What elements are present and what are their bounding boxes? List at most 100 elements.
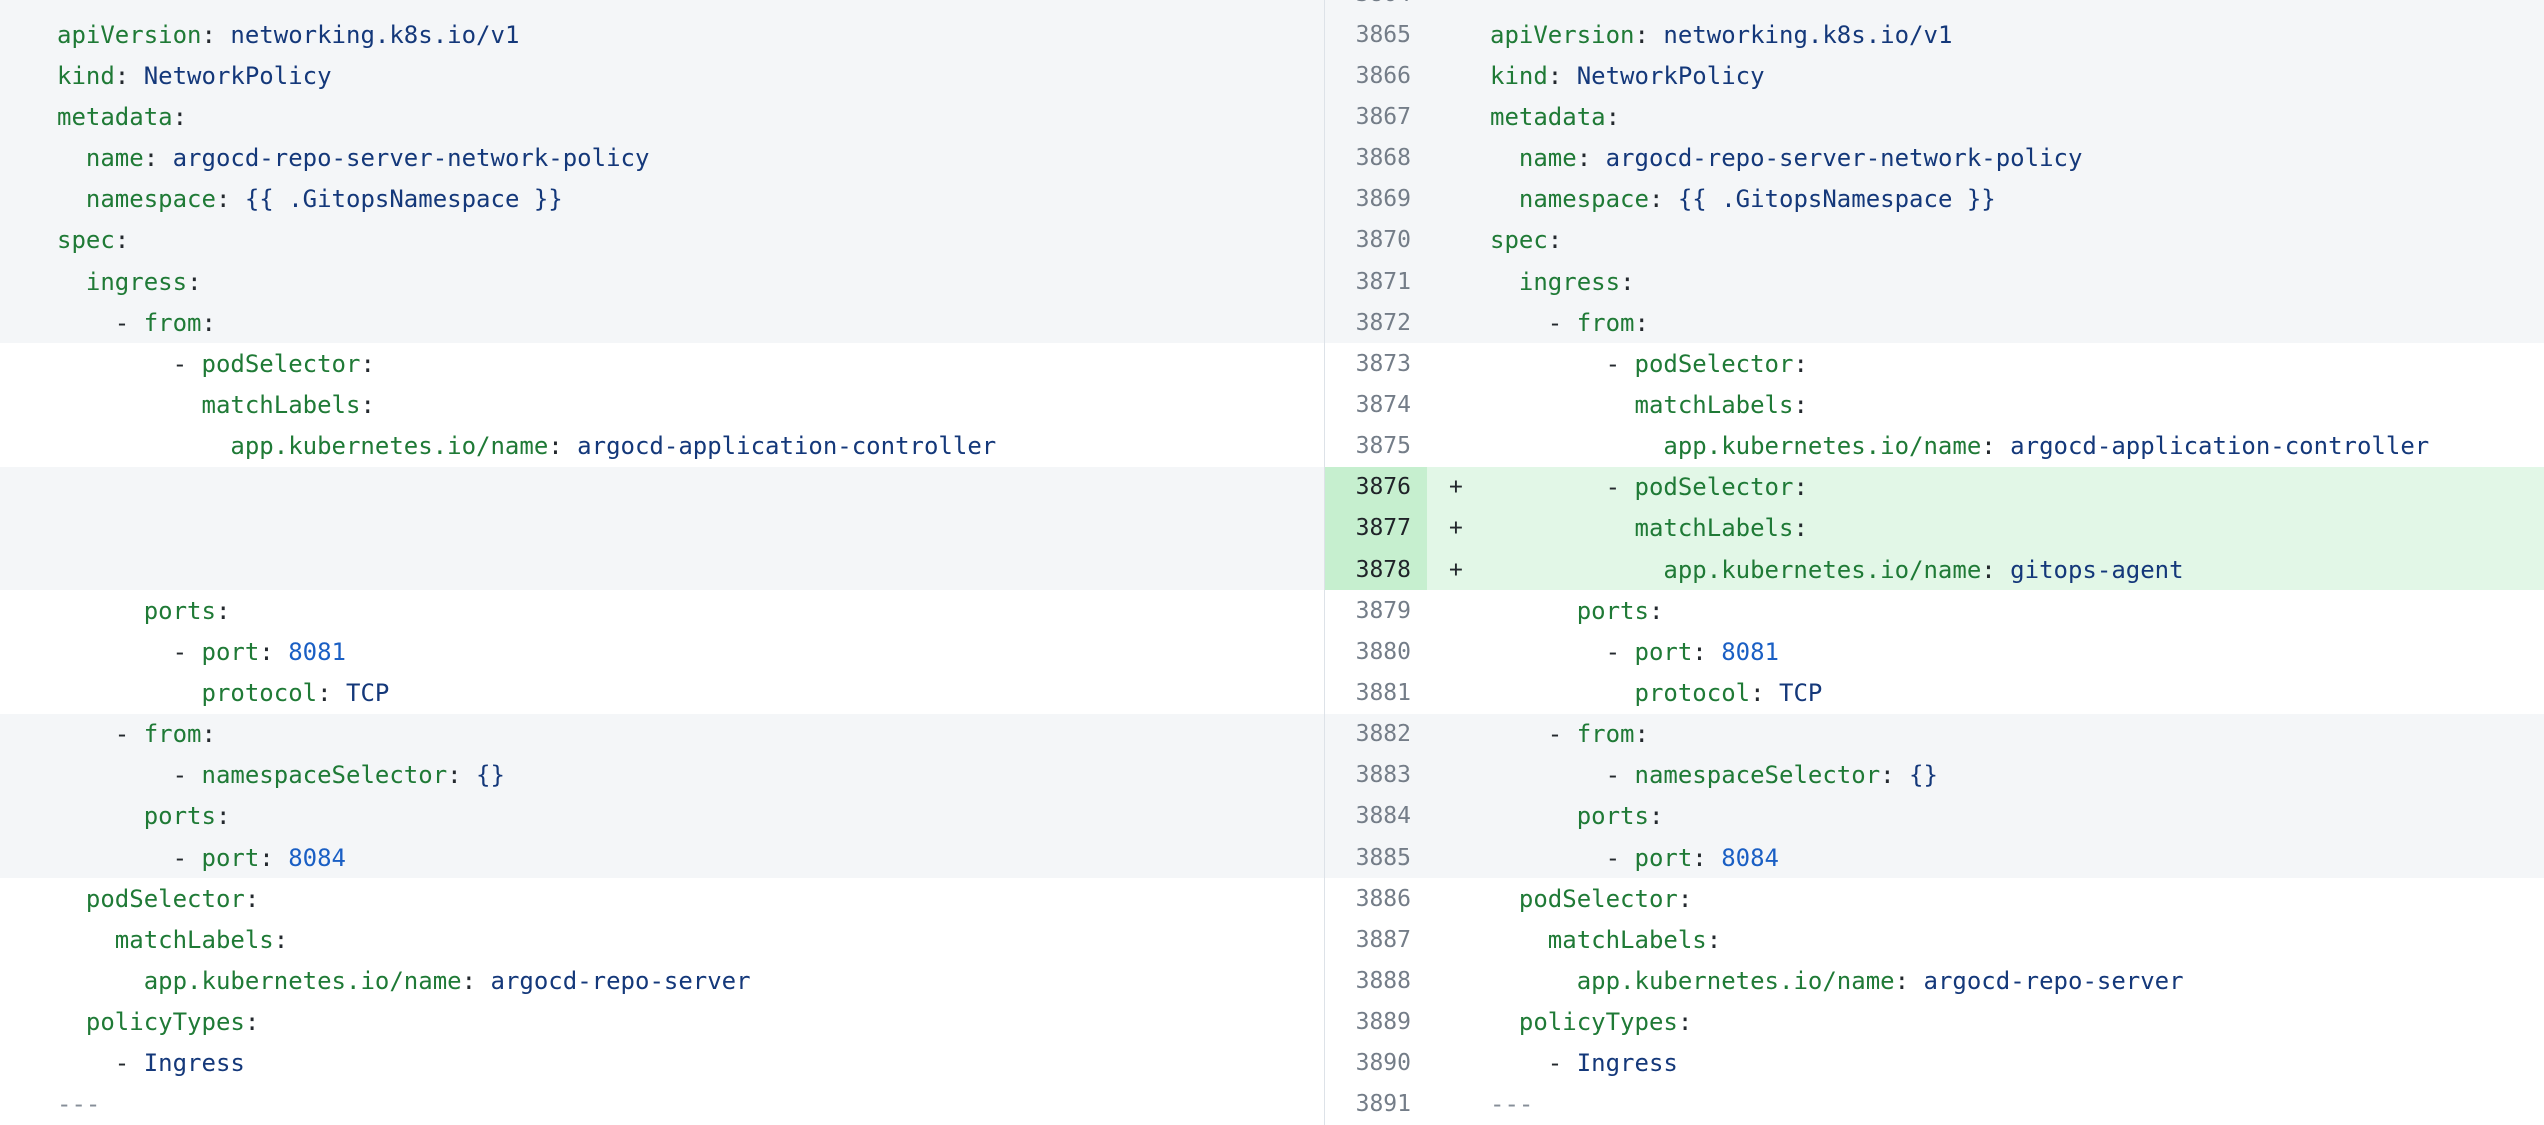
diff-row: 3872 - from: — [1325, 302, 2544, 343]
line-number[interactable]: 3891 — [1325, 1091, 1427, 1117]
diff-row: - port: 8081 — [0, 631, 1324, 672]
line-number[interactable]: 3885 — [1325, 845, 1427, 871]
line-number[interactable]: 3884 — [1325, 803, 1427, 829]
code-line: - port: 8084 — [1490, 844, 2544, 872]
code-line: ingress: — [0, 268, 1324, 296]
diff-row: - from: — [0, 302, 1324, 343]
line-number[interactable]: 3864 — [1325, 0, 1427, 7]
code-token: policyTypes — [86, 1008, 245, 1036]
line-number[interactable]: 3875 — [1325, 433, 1427, 459]
diff-pane-new[interactable]: 3864 --- 3865 apiVersion: networking.k8s.io… — [1325, 0, 2544, 1125]
diff-row: 3890 - Ingress — [1325, 1043, 2544, 1084]
diff-add-marker: + — [1427, 474, 1490, 500]
code-token — [1490, 1008, 1519, 1036]
code-token: - — [57, 761, 202, 789]
code-token: - — [1490, 844, 1635, 872]
diff-row: - Ingress — [0, 1043, 1324, 1084]
code-line: protocol: TCP — [1490, 679, 2544, 707]
line-number[interactable]: 3870 — [1325, 227, 1427, 253]
line-number[interactable]: 3890 — [1325, 1050, 1427, 1076]
code-token: argocd-application-controller — [1996, 432, 2429, 460]
code-token — [57, 268, 86, 296]
code-token: app.kubernetes.io/name — [1663, 556, 1981, 584]
line-number[interactable]: 3877 — [1325, 508, 1427, 549]
line-number[interactable]: 3868 — [1325, 145, 1427, 171]
line-number[interactable]: 3882 — [1325, 721, 1427, 747]
code-token — [1490, 597, 1577, 625]
code-token: : — [216, 185, 230, 213]
code-token: : — [1548, 226, 1562, 254]
code-token: matchLabels — [1548, 926, 1707, 954]
line-number[interactable]: 3865 — [1325, 22, 1427, 48]
code-token: name — [86, 144, 144, 172]
diff-row: 3881 protocol: TCP — [1325, 672, 2544, 713]
diff-pane-old[interactable]: --- apiVersion: networking.k8s.io/v1 kind:… — [0, 0, 1325, 1125]
line-number[interactable]: 3874 — [1325, 392, 1427, 418]
line-number[interactable]: 3886 — [1325, 886, 1427, 912]
code-token: app.kubernetes.io/name — [1577, 967, 1895, 995]
code-token: 8081 — [274, 638, 346, 666]
diff-add-marker: + — [1427, 515, 1490, 541]
diff-row: - from: — [0, 714, 1324, 755]
line-number[interactable]: 3871 — [1325, 269, 1427, 295]
line-number[interactable]: 3872 — [1325, 310, 1427, 336]
code-token: --- — [1490, 1090, 1533, 1118]
code-token: from — [144, 309, 202, 337]
code-token: : — [187, 268, 201, 296]
code-token: podSelector — [1519, 885, 1678, 913]
line-number[interactable]: 3881 — [1325, 680, 1427, 706]
diff-row: 3871 ingress: — [1325, 261, 2544, 302]
code-token: : — [1635, 720, 1649, 748]
code-token: : — [1577, 144, 1591, 172]
diff-row: name: argocd-repo-server-network-policy — [0, 138, 1324, 179]
code-token — [1490, 556, 1663, 584]
code-line: apiVersion: networking.k8s.io/v1 — [0, 21, 1324, 49]
code-token — [1490, 185, 1519, 213]
code-line: name: argocd-repo-server-network-policy — [1490, 144, 2544, 172]
code-token: : — [259, 638, 273, 666]
code-token: TCP — [1765, 679, 1823, 707]
code-token: namespace — [86, 185, 216, 213]
line-number[interactable]: 3866 — [1325, 63, 1427, 89]
code-token: matchLabels — [202, 391, 361, 419]
code-token: port — [1635, 844, 1693, 872]
line-number[interactable]: 3887 — [1325, 927, 1427, 953]
code-token: : — [1692, 844, 1706, 872]
code-line: kind: NetworkPolicy — [0, 62, 1324, 90]
code-line: - port: 8084 — [0, 844, 1324, 872]
line-number[interactable]: 3878 — [1325, 549, 1427, 590]
code-token: : — [1649, 597, 1663, 625]
line-number[interactable]: 3876 — [1325, 467, 1427, 508]
code-token: : — [1548, 62, 1562, 90]
diff-row: ports: — [0, 590, 1324, 631]
line-number[interactable]: 3867 — [1325, 104, 1427, 130]
code-line: app.kubernetes.io/name: argocd-applicati… — [1490, 432, 2544, 460]
code-token: : — [173, 103, 187, 131]
code-token: : — [360, 350, 374, 378]
line-number[interactable]: 3880 — [1325, 639, 1427, 665]
code-token: : — [360, 391, 374, 419]
code-token: matchLabels — [1635, 514, 1794, 542]
code-token — [1490, 885, 1519, 913]
code-token: - — [57, 638, 202, 666]
code-line: - namespaceSelector: {} — [1490, 761, 2544, 789]
line-number[interactable]: 3889 — [1325, 1009, 1427, 1035]
code-token: - — [1490, 309, 1577, 337]
code-line: protocol: TCP — [0, 679, 1324, 707]
line-number[interactable]: 3888 — [1325, 968, 1427, 994]
code-line: app.kubernetes.io/name: argocd-repo-serv… — [1490, 967, 2544, 995]
line-number[interactable]: 3873 — [1325, 351, 1427, 377]
diff-row: matchLabels: — [0, 384, 1324, 425]
code-token: : — [245, 1008, 259, 1036]
code-token: : — [1793, 473, 1807, 501]
code-line: matchLabels: — [0, 391, 1324, 419]
code-line: --- — [0, 0, 1324, 8]
diff-row: 3879 ports: — [1325, 590, 2544, 631]
line-number[interactable]: 3879 — [1325, 598, 1427, 624]
code-line: --- — [1490, 0, 2544, 8]
code-token: : — [1750, 679, 1764, 707]
line-number[interactable]: 3869 — [1325, 186, 1427, 212]
diff-row: 3874 matchLabels: — [1325, 384, 2544, 425]
code-line: apiVersion: networking.k8s.io/v1 — [1490, 21, 2544, 49]
line-number[interactable]: 3883 — [1325, 762, 1427, 788]
